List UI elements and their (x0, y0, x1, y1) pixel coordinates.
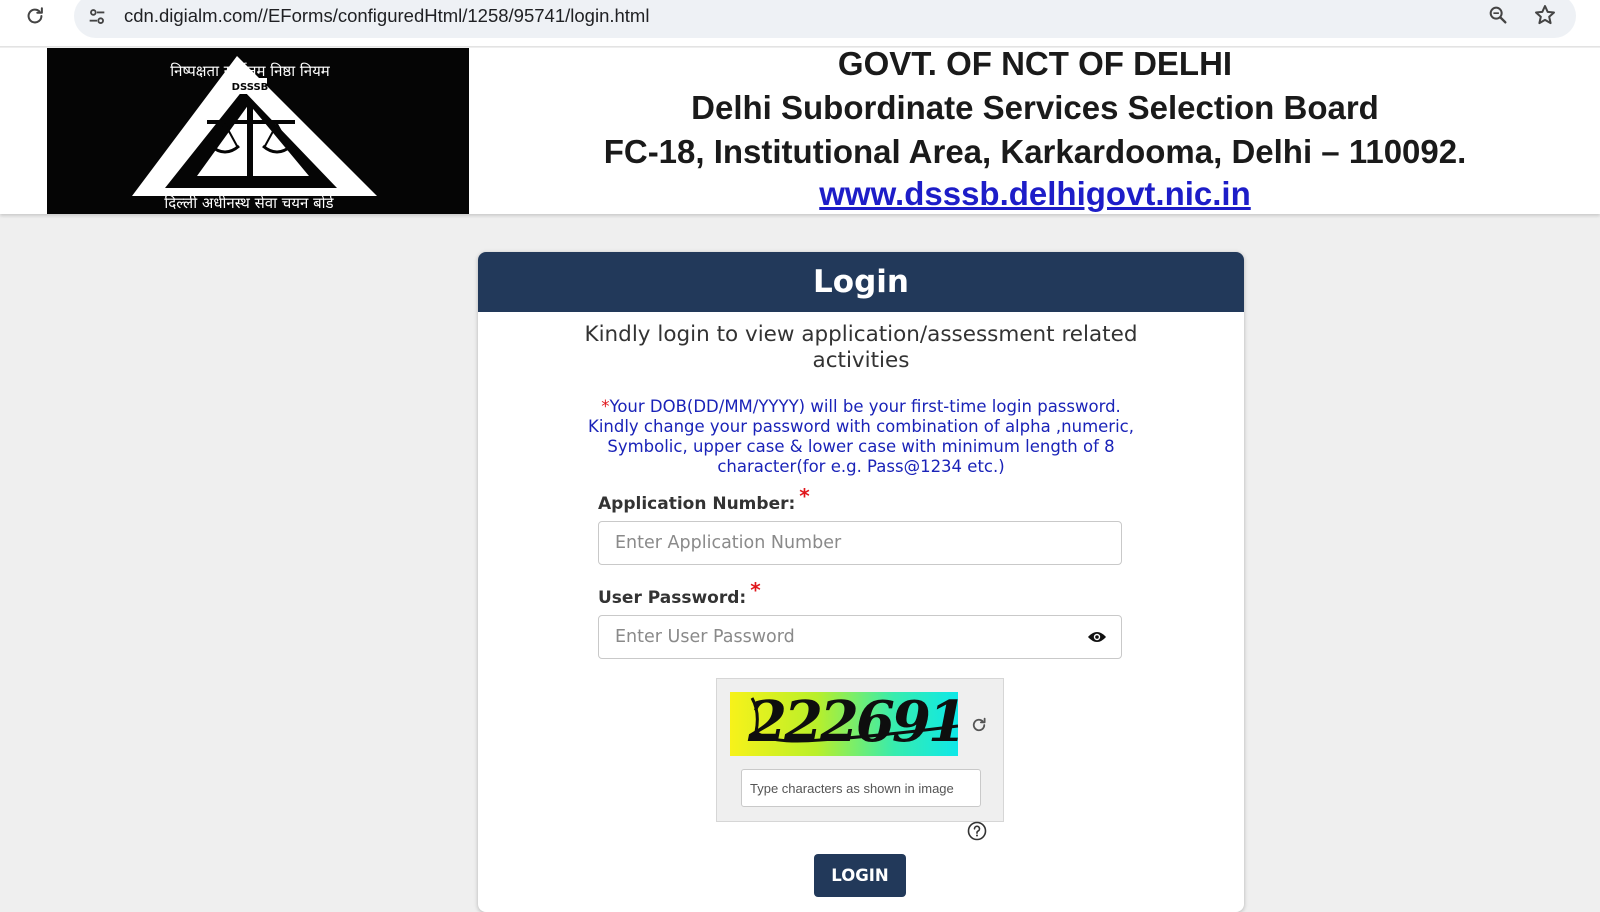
site-header-banner: DSSSB निष्पक्षता सर्वोत्तम निष्ठा नियम द… (0, 45, 1600, 214)
login-intro-text: Kindly login to view application/assessm… (584, 322, 1138, 373)
zoom-icon[interactable] (1485, 2, 1511, 28)
captcha-container: 222691 (716, 678, 1004, 822)
application-number-input[interactable] (598, 521, 1122, 565)
note-text: Your DOB(DD/MM/YYYY) will be your first-… (588, 397, 1134, 476)
required-asterisk: * (799, 484, 810, 508)
required-asterisk: * (750, 578, 761, 602)
user-password-label: User Password: * (598, 578, 761, 608)
dsssb-logo: DSSSB निष्पक्षता सर्वोत्तम निष्ठा नियम द… (47, 48, 469, 214)
browser-toolbar: cdn.digialm.com//EForms/configuredHtml/1… (0, 0, 1600, 47)
application-number-label-text: Application Number: (598, 494, 796, 514)
site-settings-icon[interactable] (84, 4, 110, 30)
banner-website-link[interactable]: www.dsssb.delhigovt.nic.in (480, 175, 1590, 213)
show-password-eye-icon[interactable] (1086, 628, 1108, 646)
captcha-refresh-icon[interactable] (969, 715, 989, 735)
reload-icon[interactable] (22, 3, 48, 29)
login-title: Login (478, 252, 1244, 312)
login-card: Login Kindly login to view application/a… (478, 252, 1244, 912)
user-password-label-text: User Password: (598, 588, 747, 608)
captcha-image: 222691 (730, 692, 958, 756)
captcha-input[interactable] (741, 769, 981, 807)
login-button[interactable]: LOGIN (814, 854, 906, 897)
logo-tagline: दिल्ली अधीनस्थ सेवा चयन बोर्ड (164, 194, 334, 212)
logo-arc-text: निष्पक्षता सर्वोत्तम निष्ठा नियम (170, 62, 331, 80)
banner-govt-title: GOVT. OF NCT OF DELHI (837, 45, 1233, 82)
banner-address: FC-18, Institutional Area, Karkardooma, … (603, 133, 1467, 170)
user-password-input[interactable] (598, 615, 1122, 659)
captcha-noise-line (750, 697, 958, 743)
captcha-help-icon[interactable] (966, 820, 988, 842)
password-note: *Your DOB(DD/MM/YYYY) will be your first… (586, 397, 1136, 477)
logo-badge: DSSSB (232, 82, 269, 93)
bookmark-star-icon[interactable] (1532, 2, 1558, 28)
application-number-label: Application Number: * (598, 484, 810, 514)
banner-board-name: Delhi Subordinate Services Selection Boa… (691, 89, 1379, 126)
url-text[interactable]: cdn.digialm.com//EForms/configuredHtml/1… (124, 4, 649, 28)
